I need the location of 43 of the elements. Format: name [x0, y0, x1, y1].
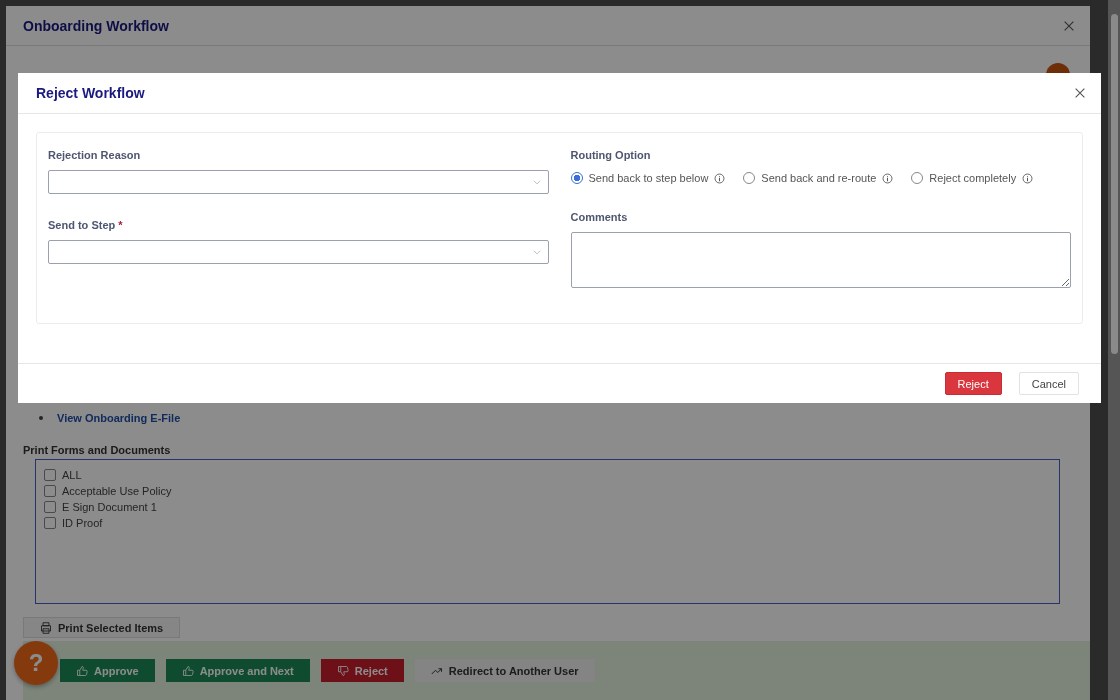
field-label: Comments [570, 211, 629, 223]
checkbox[interactable] [44, 469, 56, 481]
thumbs-down-icon [336, 664, 349, 677]
checkbox[interactable] [44, 501, 56, 513]
print-button[interactable]: Print Selected Items [23, 617, 181, 638]
action-button[interactable]: Approve [60, 659, 155, 682]
comments-field[interactable] [570, 232, 1071, 288]
radio-button[interactable] [570, 172, 583, 184]
dropdown-field[interactable] [48, 170, 549, 194]
checkbox-label: ALL [62, 469, 82, 481]
bullet [39, 416, 43, 420]
dialog-title: Onboarding Workflow [23, 17, 169, 34]
field-label: Routing Option [570, 149, 652, 161]
modal-title: Reject Workflow [36, 85, 145, 101]
checkbox-label: E Sign Document 1 [62, 501, 157, 513]
radio-label: Reject completely [929, 172, 1017, 184]
checkbox-label: ID Proof [62, 517, 103, 529]
action-button[interactable]: Reject [320, 659, 404, 682]
close-button[interactable] [1073, 86, 1087, 100]
reject-button[interactable]: Reject [944, 372, 1002, 395]
radio-label: Send back and re-route [761, 172, 877, 184]
chevron-down-icon [531, 177, 542, 187]
thumbs-up-icon [181, 664, 194, 677]
action-button[interactable]: Approve and Next [165, 659, 310, 682]
dropdown-field[interactable] [48, 240, 549, 264]
section-title: Print Forms and Documents [23, 444, 172, 456]
field-label: Send to Step * [48, 219, 124, 231]
checkbox-label: Acceptable Use Policy [62, 485, 172, 497]
printer-icon [40, 621, 52, 634]
radio-label: Send back to step below [588, 172, 709, 184]
cancel-button[interactable]: Cancel [1018, 372, 1079, 395]
chevron-down-icon [531, 247, 542, 257]
info-icon [714, 172, 726, 184]
action-button[interactable]: Redirect to Another User [414, 659, 595, 682]
file-link[interactable]: View Onboarding E-File [57, 412, 181, 424]
checkbox[interactable] [44, 485, 56, 497]
checkbox[interactable] [44, 517, 56, 529]
field-label: Rejection Reason [48, 149, 142, 161]
scrollbar[interactable] [1108, 0, 1120, 700]
close-icon [1073, 86, 1087, 100]
info-icon [1022, 172, 1034, 184]
thumbs-up-icon [76, 664, 88, 677]
info-icon [882, 172, 894, 184]
